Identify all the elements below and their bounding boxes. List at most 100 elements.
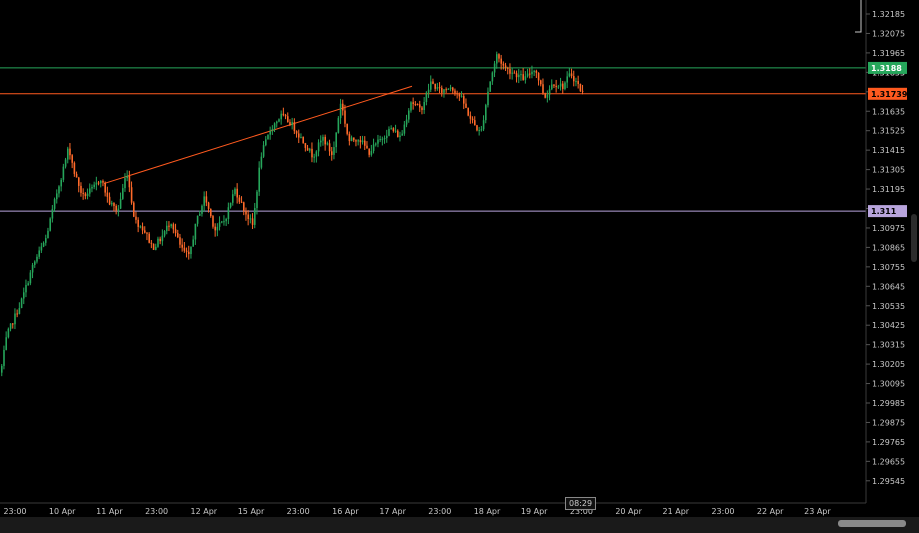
candle: [9, 323, 12, 332]
candle: [174, 223, 177, 237]
candle: [546, 90, 549, 103]
candle: [320, 135, 322, 147]
x-tick-label: 18 Apr: [474, 507, 501, 516]
candle: [108, 192, 111, 206]
candle: [342, 99, 344, 116]
candle: [548, 85, 551, 101]
candle: [192, 235, 194, 247]
candle: [212, 214, 214, 229]
candle: [557, 84, 560, 89]
level-price-tag-text: 1.311: [871, 207, 897, 216]
candle: [58, 185, 60, 198]
candle: [311, 142, 313, 163]
y-tick-label: 1.31305: [872, 166, 905, 175]
candle: [460, 91, 463, 98]
candle: [144, 226, 146, 234]
y-tick-label: 1.30755: [872, 263, 905, 272]
candle: [348, 131, 351, 146]
candle: [60, 177, 62, 192]
candle: [91, 184, 93, 193]
candle: [183, 242, 186, 253]
candle: [177, 229, 179, 239]
y-tick-label: 1.30095: [872, 380, 905, 389]
candle: [78, 176, 80, 193]
x-tick-label: 19 Apr: [521, 507, 548, 516]
candle: [434, 83, 436, 92]
candle: [157, 236, 159, 248]
candle: [27, 281, 29, 286]
candle: [56, 189, 58, 204]
candle: [375, 142, 377, 147]
x-tick-label: 23:00: [145, 507, 168, 516]
candle: [298, 129, 300, 144]
candle: [526, 68, 529, 78]
bid-price-tag-text: 1.3188: [871, 64, 902, 73]
candle: [333, 141, 335, 160]
candle: [366, 141, 368, 149]
price-axis[interactable]: 1.321851.320751.319651.318551.317451.316…: [866, 10, 905, 486]
candle: [529, 68, 531, 79]
candle: [408, 108, 410, 123]
candle: [249, 214, 252, 224]
candle: [568, 67, 571, 78]
candle: [223, 215, 225, 226]
candle: [218, 216, 221, 231]
candle: [135, 211, 137, 224]
candle: [93, 181, 95, 190]
candle: [269, 126, 271, 140]
candle: [214, 223, 216, 237]
candle: [104, 181, 106, 197]
candle: [403, 120, 406, 136]
time-axis[interactable]: 23:00 10 Apr 11 Apr 23:00 12 Apr 15 Apr 23:00 1…: [3, 507, 831, 516]
y-tick-label: 1.31525: [872, 127, 905, 136]
candle: [201, 204, 203, 217]
candle: [7, 327, 10, 339]
candle: [412, 97, 414, 110]
candle: [355, 139, 357, 147]
candle: [463, 93, 465, 110]
candle: [309, 147, 311, 153]
candle: [146, 232, 148, 241]
candle: [40, 242, 43, 254]
candle: [238, 194, 241, 204]
candle: [397, 129, 399, 138]
candle: [386, 129, 388, 143]
vertical-scrollbar-thumb[interactable]: [911, 214, 917, 262]
candle: [133, 201, 135, 218]
y-tick-label: 1.31195: [872, 185, 905, 194]
candle: [357, 139, 359, 146]
candle: [537, 72, 540, 86]
horizontal-scrollbar-thumb[interactable]: [838, 520, 906, 527]
x-tick-label: 23:00: [428, 507, 451, 516]
candle: [16, 309, 18, 318]
candle: [326, 141, 329, 146]
price-chart[interactable]: 1.321851.320751.319651.318551.317451.316…: [0, 0, 919, 533]
candle: [295, 130, 298, 138]
candle: [258, 161, 260, 196]
candle: [128, 170, 131, 193]
candle: [383, 135, 386, 144]
candle: [562, 80, 564, 94]
candle: [427, 83, 430, 98]
candle: [210, 208, 212, 218]
x-tick-label: 11 Apr: [96, 507, 123, 516]
horizontal-scrollbar[interactable]: [0, 517, 919, 533]
y-tick-label: 1.29545: [872, 477, 905, 486]
candle: [498, 53, 500, 63]
candle: [137, 217, 139, 233]
candle: [163, 230, 166, 238]
candle: [216, 223, 219, 237]
candle: [390, 125, 392, 130]
chart-canvas[interactable]: 1.321851.320751.319651.318551.317451.316…: [0, 0, 919, 533]
candle: [247, 210, 249, 226]
candle: [196, 215, 199, 227]
candle: [155, 243, 157, 251]
candle: [535, 69, 538, 79]
candle: [20, 297, 23, 309]
candle: [522, 68, 524, 81]
candle: [185, 247, 188, 258]
candle: [540, 79, 542, 87]
trend-line[interactable]: [103, 85, 413, 185]
candle: [405, 114, 408, 128]
candle: [337, 116, 340, 134]
